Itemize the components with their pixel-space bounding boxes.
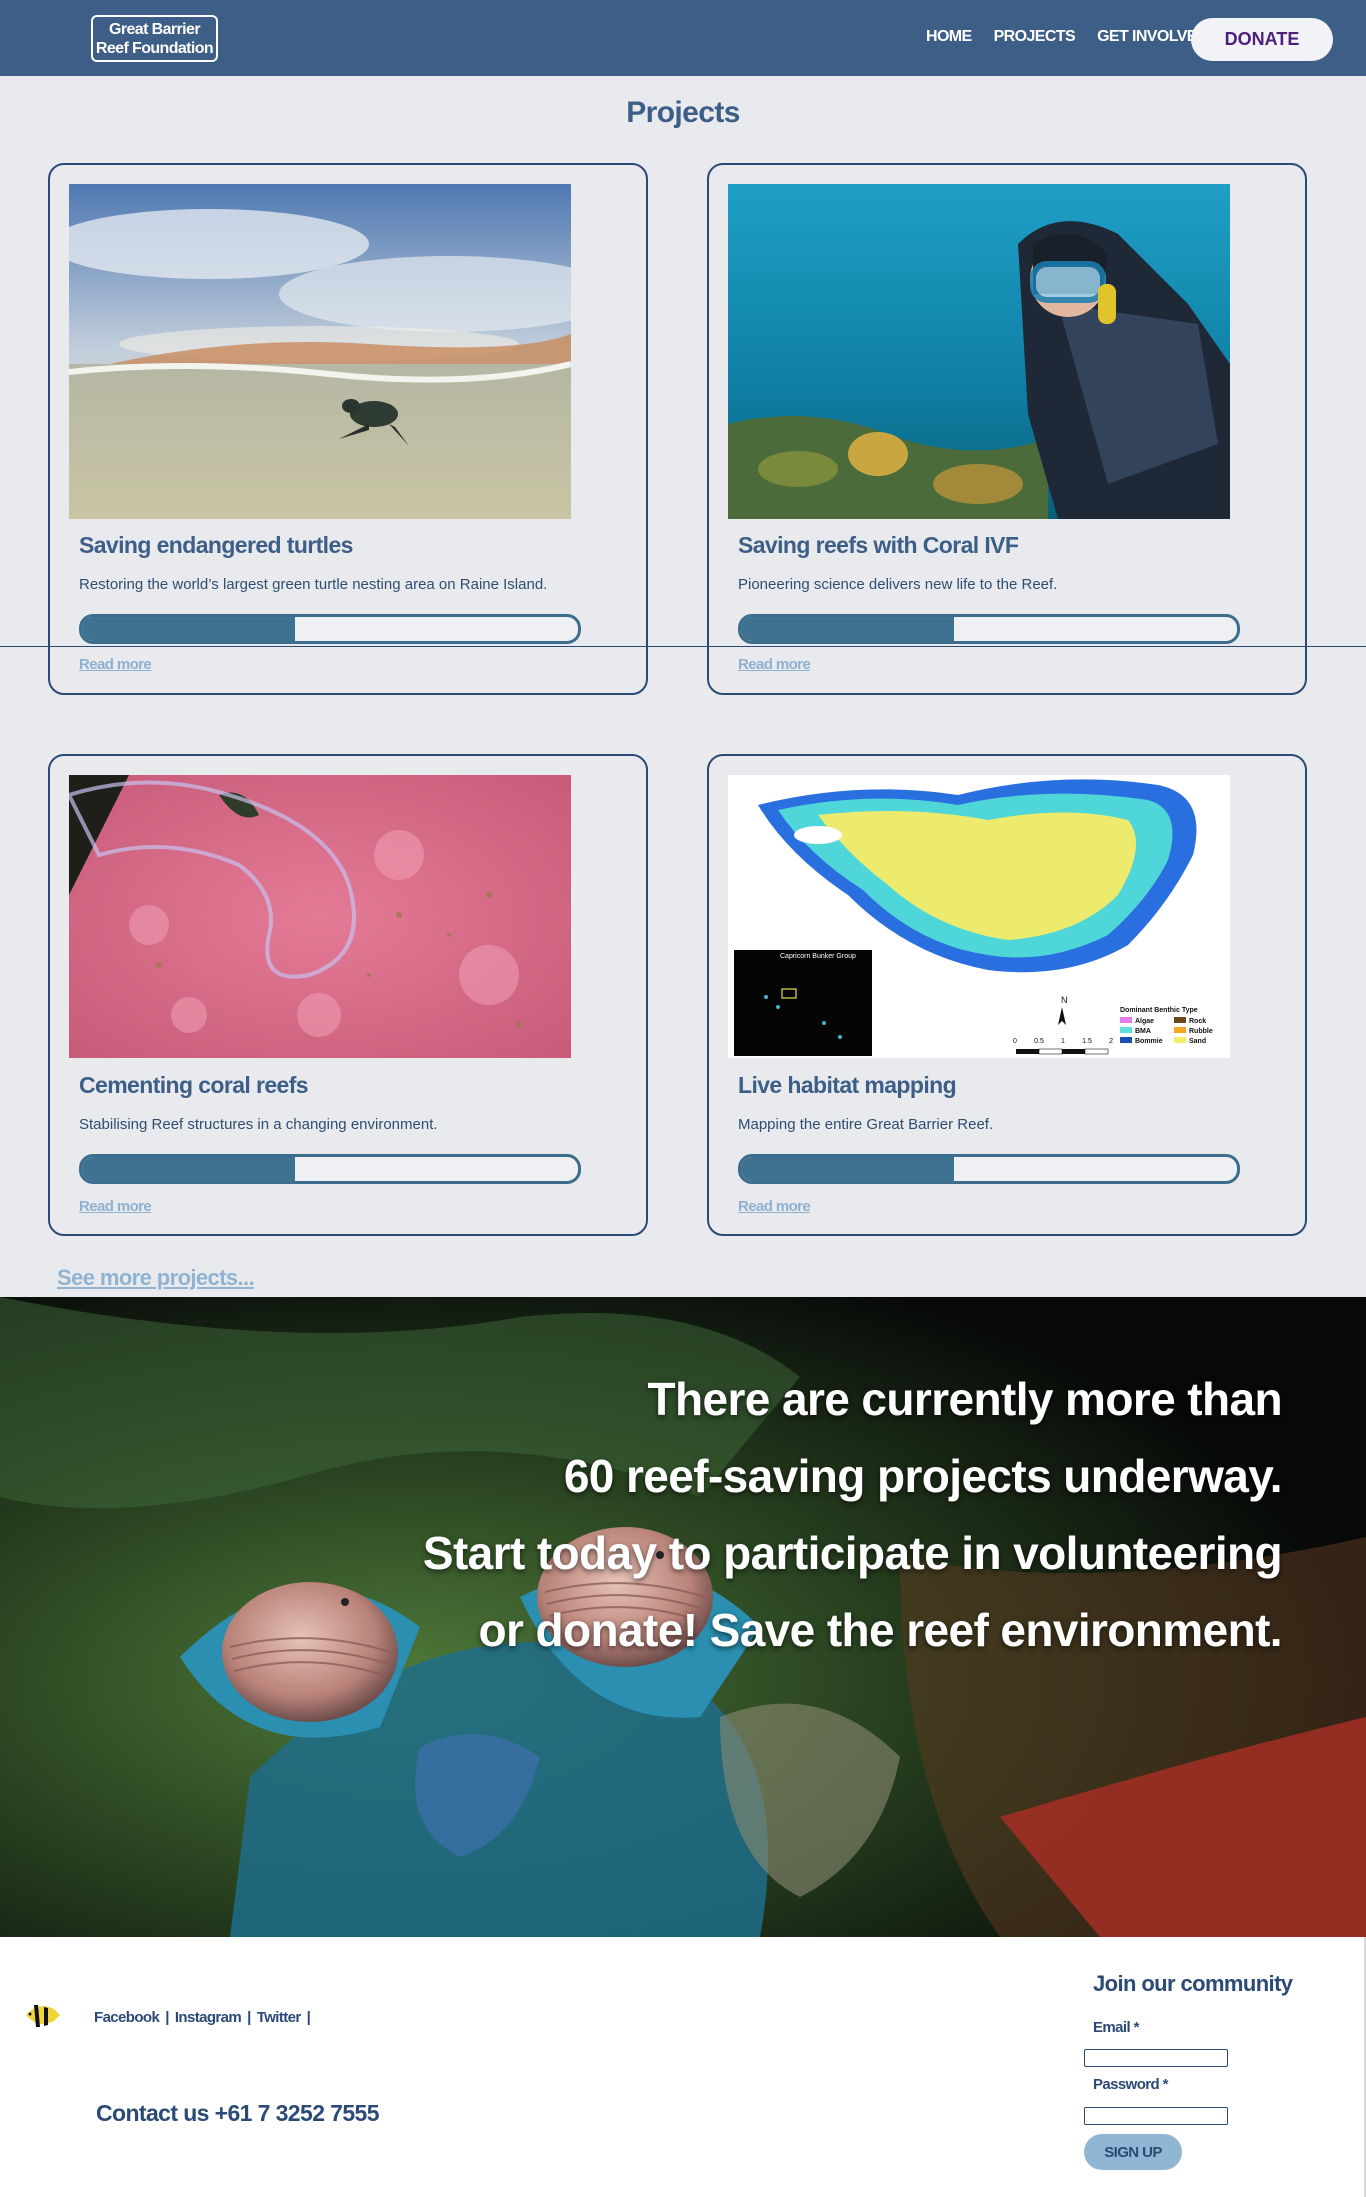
separator: |	[165, 2009, 169, 2026]
legend-title: Dominant Benthic Type	[1120, 1007, 1198, 1014]
fish-logo-icon	[26, 2005, 60, 2027]
nav-projects[interactable]: PROJECTS	[994, 28, 1076, 46]
funding-progress-bar	[79, 614, 581, 644]
project-card-cementing: Cementing coral reefs Stabilising Reef s…	[48, 754, 648, 1236]
hero-line: 60 reef-saving projects underway.	[563, 1450, 1283, 1502]
legend-item-rock: Rock	[1174, 1017, 1228, 1025]
card-title: Saving reefs with Coral IVF	[738, 532, 1019, 558]
legend-item-bma: BMA	[1120, 1027, 1174, 1035]
site-logo[interactable]: Great Barrier Reef Foundation	[91, 15, 218, 62]
legend-item-bommie: Bommie	[1120, 1037, 1174, 1045]
twitter-link[interactable]: Twitter	[257, 2009, 301, 2026]
scale-tick: 1	[1061, 1038, 1065, 1045]
map-inset-title: Capricorn Bunker Group	[780, 953, 856, 960]
hero-banner: There are currently more than 60 reef-sa…	[0, 1297, 1366, 1937]
hero-message: There are currently more than 60 reef-sa…	[422, 1361, 1283, 1669]
map-legend: Dominant Benthic Type Algae Rock BMA Rub…	[1120, 1007, 1228, 1045]
main-nav: HOME PROJECTS GET INVOLVED	[926, 28, 1230, 46]
read-more-link[interactable]: Read more	[79, 1198, 152, 1215]
site-header: Great Barrier Reef Foundation HOME PROJE…	[0, 0, 1366, 76]
project-card-turtles: Saving endangered turtles Restoring the …	[48, 163, 648, 695]
funding-progress-bar	[738, 1154, 1240, 1184]
nav-home[interactable]: HOME	[926, 28, 972, 46]
join-community-heading: Join our community	[1093, 1971, 1293, 1996]
read-more-link[interactable]: Read more	[79, 656, 152, 673]
separator: |	[306, 2009, 311, 2026]
password-label: Password *	[1093, 2076, 1169, 2093]
progress-fill	[82, 1157, 296, 1181]
read-more-link[interactable]: Read more	[738, 1198, 811, 1215]
card-description: Mapping the entire Great Barrier Reef.	[738, 1116, 994, 1133]
social-links: Facebook | Instagram | Twitter |	[94, 2009, 316, 2026]
card-description: Restoring the world’s largest green turt…	[79, 576, 548, 593]
hero-line: There are currently more than	[647, 1373, 1283, 1425]
scale-tick: 0.5	[1034, 1038, 1044, 1045]
card-title: Saving endangered turtles	[79, 532, 353, 558]
site-footer: Facebook | Instagram | Twitter | Contact…	[0, 1937, 1366, 2197]
map-scale-ticks: 0 0.5 1 1.5 2	[1013, 1038, 1113, 1045]
logo-line-1: Great Barrier	[109, 21, 201, 38]
contact-phone[interactable]: Contact us +61 7 3252 7555	[96, 2100, 380, 2127]
instagram-link[interactable]: Instagram	[175, 2009, 242, 2026]
legend-item-sand: Sand	[1174, 1037, 1228, 1045]
read-more-link[interactable]: Read more	[738, 656, 811, 673]
email-label: Email *	[1093, 2019, 1139, 2036]
donate-button[interactable]: DONATE	[1191, 18, 1333, 61]
legend-item-algae: Algae	[1120, 1017, 1174, 1025]
funding-progress-bar	[738, 614, 1240, 644]
hero-line: or donate! Save the reef environment.	[478, 1604, 1283, 1656]
card-title: Live habitat mapping	[738, 1072, 957, 1098]
hero-line: Start today to participate in volunteeri…	[422, 1527, 1283, 1579]
legend-item-rubble: Rubble	[1174, 1027, 1228, 1035]
map-north-label: N	[1061, 995, 1068, 1005]
turtle-photo	[69, 184, 571, 519]
email-label-text: Email	[1093, 2019, 1131, 2036]
page-title: Projects	[626, 96, 740, 129]
see-more-projects-link[interactable]: See more projects...	[57, 1265, 255, 1291]
scale-tick: 1.5	[1082, 1038, 1092, 1045]
scale-tick: 0	[1013, 1038, 1017, 1045]
card-title: Cementing coral reefs	[79, 1072, 309, 1098]
horizontal-rule	[0, 646, 1366, 647]
required-mark: *	[1133, 2019, 1140, 2036]
scale-tick: 2	[1109, 1038, 1113, 1045]
funding-progress-bar	[79, 1154, 581, 1184]
card-description: Pioneering science delivers new life to …	[738, 576, 1058, 593]
separator: |	[247, 2009, 251, 2026]
progress-fill	[741, 1157, 955, 1181]
diver-photo	[728, 184, 1230, 519]
progress-fill	[741, 617, 955, 641]
password-field[interactable]	[1084, 2107, 1228, 2125]
password-label-text: Password	[1093, 2076, 1160, 2093]
project-card-coral-ivf: Saving reefs with Coral IVF Pioneering s…	[707, 163, 1307, 695]
facebook-link[interactable]: Facebook	[94, 2009, 160, 2026]
pink-coral-photo	[69, 775, 571, 1058]
habitat-map-image: Capricorn Bunker Group N 0 0.5 1 1.5 2 D…	[728, 775, 1230, 1058]
card-description: Stabilising Reef structures in a changin…	[79, 1116, 438, 1133]
logo-line-2: Reef Foundation	[95, 40, 214, 57]
required-mark: *	[1162, 2076, 1169, 2093]
sign-up-button[interactable]: SIGN UP	[1084, 2134, 1182, 2170]
project-card-habitat-mapping: Capricorn Bunker Group N 0 0.5 1 1.5 2 D…	[707, 754, 1307, 1236]
email-field[interactable]	[1084, 2049, 1228, 2067]
progress-fill	[82, 617, 296, 641]
